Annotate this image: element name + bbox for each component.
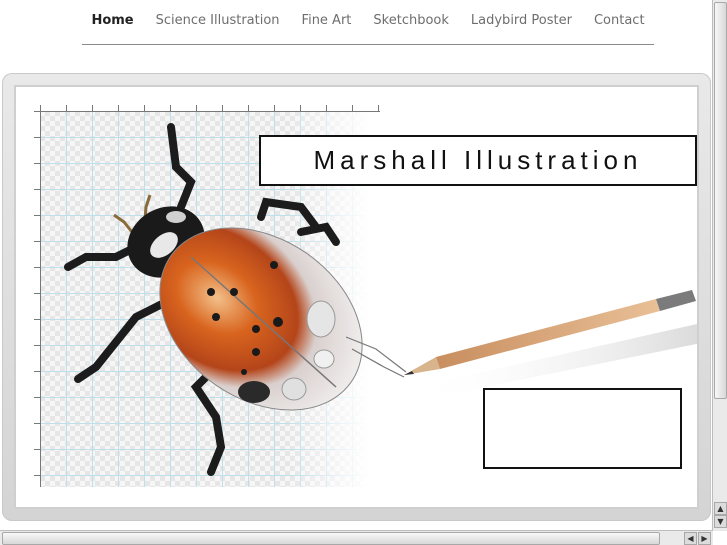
nav-item-fine-art[interactable]: Fine Art [291, 0, 363, 28]
main-navigation: Home Science Illustration Fine Art Sketc… [82, 0, 654, 45]
nav-item-home[interactable]: Home [80, 0, 144, 28]
nav-item-science-illustration[interactable]: Science Illustration [145, 0, 291, 28]
scroll-up-icon[interactable]: ▲ [714, 502, 727, 515]
nav-item-contact[interactable]: Contact [583, 0, 656, 28]
vertical-scrollbar[interactable]: ▲ ▼ [712, 0, 727, 531]
horizontal-scrollbar[interactable]: ◀ ▶ [0, 530, 713, 545]
horizontal-scroll-thumb[interactable] [2, 532, 660, 545]
scroll-right-icon[interactable]: ▶ [698, 532, 711, 545]
site-title: Marshall Illustration [259, 135, 697, 186]
vertical-scroll-thumb[interactable] [714, 2, 727, 399]
banner-canvas: Marshall Illustration [14, 85, 699, 509]
empty-caption-box [483, 388, 682, 469]
scroll-down-icon[interactable]: ▼ [714, 515, 727, 528]
nav-item-sketchbook[interactable]: Sketchbook [362, 0, 460, 28]
banner-frame: Marshall Illustration [2, 73, 711, 521]
nav-item-ladybird-poster[interactable]: Ladybird Poster [460, 0, 583, 28]
scroll-left-icon[interactable]: ◀ [684, 532, 697, 545]
